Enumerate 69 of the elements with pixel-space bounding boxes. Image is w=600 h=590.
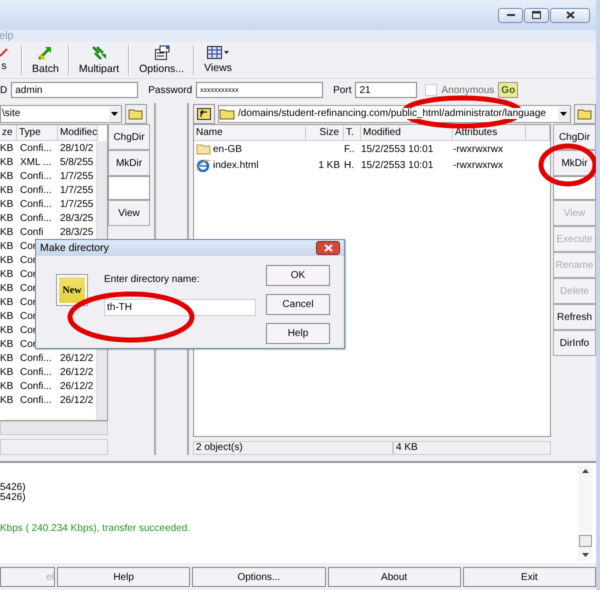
dialog-title: Make directory	[40, 242, 109, 254]
table-cell-text: Cor	[19, 282, 36, 294]
table-cell-text: Cor	[19, 338, 36, 350]
table-cell-text: XML ...	[19, 156, 52, 168]
table-cell-text: KB	[0, 380, 14, 392]
table-cell-text: -rwxrwxrwx	[453, 160, 504, 170]
table-cell-text: Confi	[19, 226, 44, 238]
table-cell: en-GB	[194, 143, 306, 155]
password-label: Password	[148, 84, 192, 96]
table-cell-text: KB	[0, 226, 14, 238]
table-cell: 1/7/255	[60, 198, 94, 210]
table-cell-text: Confi...	[19, 212, 53, 224]
table-cell-text: KB	[0, 184, 14, 196]
table-cell-text: KB	[0, 296, 14, 308]
table-cell-text: KB	[0, 170, 14, 182]
table-cell-text: -rwxrwxrwx	[453, 144, 504, 154]
table-cell: 26/12/2	[60, 380, 94, 392]
icon-label: New	[62, 284, 82, 296]
table-cell-text: Confi...	[19, 170, 53, 182]
table-cell-text: F..	[344, 144, 356, 154]
table-cell-text: Cor	[19, 324, 36, 336]
table-cell-text: KB	[0, 212, 14, 224]
table-cell-text: Confi...	[19, 198, 53, 210]
table-cell-text: H.	[344, 160, 355, 170]
log-line: 5426)	[0, 483, 27, 493]
table-cell: 26/12/2	[60, 394, 94, 406]
table-cell-text: KB	[0, 240, 14, 252]
status-text: 2 object(s)	[193, 441, 393, 455]
table-cell-text: Confi...	[19, 380, 53, 392]
table-cell: 26/12/2	[60, 366, 94, 378]
table-cell-text: Cor	[19, 268, 36, 280]
table-cell-text: Cor	[19, 254, 36, 266]
status-text: 4 KB	[393, 441, 551, 455]
table-cell-text: KB	[0, 324, 14, 336]
table-cell: 28/3/25	[60, 212, 94, 224]
table-cell-text: KB	[0, 352, 14, 364]
table-cell-text: Confi...	[19, 352, 53, 364]
log-line: Kbps ( 240.234 Kbps), transfer succeeded.	[0, 524, 192, 534]
table-cell-text: Confi...	[19, 184, 53, 196]
table-cell-text: Confi...	[19, 142, 53, 154]
table-cell-text: 15/2/2553 10:01	[361, 144, 434, 154]
table-cell-text: KB	[0, 254, 14, 266]
table-cell-text: KB	[0, 338, 14, 350]
table-cell: 26/12/2	[60, 352, 94, 364]
user-label: D	[0, 84, 8, 96]
table-cell: index.html	[194, 158, 306, 172]
table-cell: 28/10/2	[60, 142, 94, 154]
table-cell: 1/7/255	[60, 170, 94, 182]
table-cell-text: Confi...	[19, 366, 53, 378]
table-cell-text: KB	[0, 268, 14, 280]
table-cell-text: Cor	[19, 296, 36, 308]
table-cell-text: KB	[0, 156, 14, 168]
table-cell-text: 15/2/2553 10:01	[361, 160, 434, 170]
table-cell-text: Cor	[19, 240, 36, 252]
table-cell-text: KB	[0, 366, 14, 378]
table-cell-text: KB	[0, 282, 14, 294]
table-cell-text: Cor	[19, 310, 36, 322]
table-cell-text: KB	[0, 310, 14, 322]
table-cell-text: KB	[0, 142, 14, 154]
table-cell: 28/3/25	[60, 226, 94, 238]
prompt-label: Enter directory name:	[104, 274, 201, 285]
table-cell: 1/7/255	[60, 184, 94, 196]
table-cell: 5/8/255	[60, 156, 94, 168]
table-cell-text: KB	[0, 198, 14, 210]
table-cell-text: KB	[0, 394, 14, 406]
table-cell-text: Confi...	[19, 394, 53, 406]
port-label: Port	[333, 84, 352, 96]
log-line: 5426)	[0, 493, 27, 503]
table-cell-text: 1 KB	[317, 160, 341, 170]
